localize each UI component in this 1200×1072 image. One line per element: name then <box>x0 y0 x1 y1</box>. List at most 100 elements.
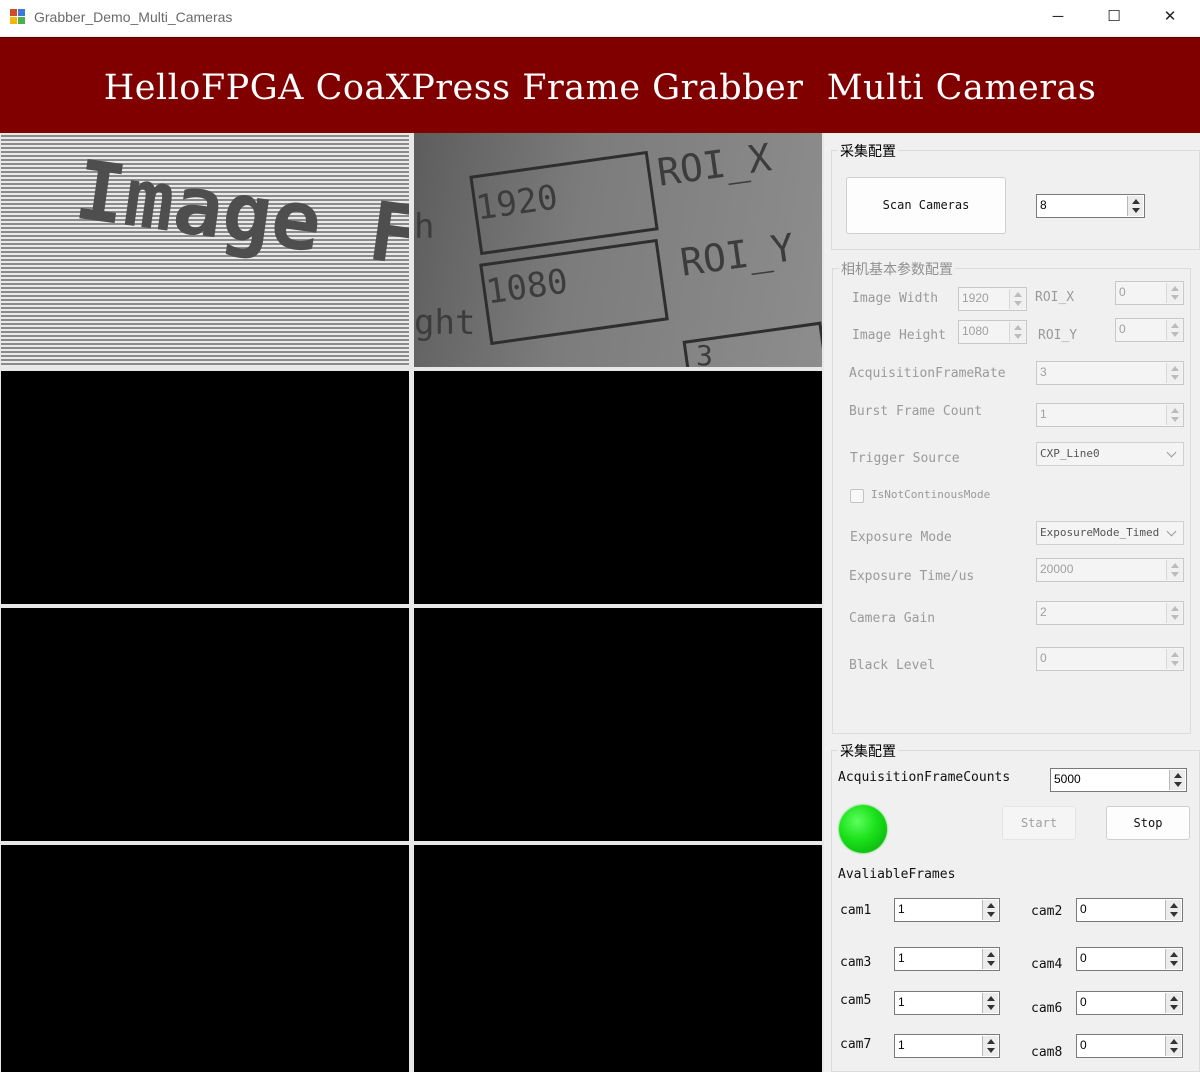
chevron-down-icon[interactable] <box>1163 443 1183 465</box>
camera-gain-label: Camera Gain <box>849 611 936 626</box>
camera-count-spinner[interactable]: 8 <box>1036 194 1145 218</box>
camera-count-arrows[interactable] <box>1127 196 1143 216</box>
frame-rate-label: AcquisitionFrameRate <box>849 366 1006 381</box>
trigger-source-select[interactable]: CXP_Line0 <box>1036 442 1184 466</box>
cam2-frames-arrows[interactable] <box>1165 900 1181 920</box>
camera-gain-spinner[interactable]: 2 <box>1036 601 1184 625</box>
cam6-label: cam6 <box>1031 1001 1063 1016</box>
roi-x-spinner[interactable]: 0 <box>1115 281 1184 305</box>
roi-y-label: ROI_Y <box>1038 328 1078 343</box>
burst-frame-count-arrows[interactable] <box>1166 405 1182 425</box>
cam3-label: cam3 <box>840 955 872 970</box>
cam4-frames-spinner[interactable]: 0 <box>1076 947 1183 971</box>
minimize-button[interactable]: ─ <box>1030 0 1086 34</box>
exposure-mode-select[interactable]: ExposureMode_Timed <box>1036 521 1184 545</box>
image-width-label: Image Width <box>852 291 939 306</box>
cam6-frames-value: 0 <box>1080 995 1087 1009</box>
exposure-mode-label: Exposure Mode <box>850 530 952 545</box>
maximize-button[interactable]: ☐ <box>1086 0 1142 34</box>
cam7-frames-arrows[interactable] <box>982 1036 998 1056</box>
cam3-frames-arrows[interactable] <box>982 949 998 969</box>
exposure-time-spinner[interactable]: 20000 <box>1036 558 1184 582</box>
camera-view-5 <box>1 608 409 841</box>
image-height-value: 1080 <box>962 324 989 338</box>
cam1-frames-spinner[interactable]: 1 <box>894 898 1000 922</box>
image-height-spinner[interactable]: 1080 <box>958 320 1027 344</box>
frame-rate-value: 3 <box>1040 365 1047 379</box>
exposure-time-label: Exposure Time/us <box>849 569 975 584</box>
continuous-mode-label: IsNotContinousMode <box>871 488 991 501</box>
black-level-value: 0 <box>1040 651 1047 665</box>
camera-view-2: h ght 1920 1080 ROI_X ROI_Y 3 <box>414 133 822 367</box>
scan-config-title: 采集配置 <box>838 141 898 161</box>
frame-counts-arrows[interactable] <box>1169 770 1185 790</box>
exposure-time-value: 20000 <box>1040 562 1074 576</box>
image-height-label: Image Height <box>852 328 946 343</box>
camera-count-value: 8 <box>1040 198 1047 212</box>
frame-counts-spinner[interactable]: 5000 <box>1050 768 1187 792</box>
burst-frame-count-value: 1 <box>1040 407 1047 421</box>
cam6-frames-spinner[interactable]: 0 <box>1076 991 1183 1015</box>
camera-view-4 <box>414 371 822 604</box>
cam5-frames-value: 1 <box>898 995 905 1009</box>
cam6-frames-arrows[interactable] <box>1165 993 1181 1013</box>
roi-y-spinner[interactable]: 0 <box>1115 318 1184 342</box>
cam5-frames-spinner[interactable]: 1 <box>894 991 1000 1015</box>
black-level-arrows[interactable] <box>1166 649 1182 669</box>
close-button[interactable]: ✕ <box>1142 0 1198 34</box>
cam1-label: cam1 <box>840 903 872 918</box>
cam7-frames-spinner[interactable]: 1 <box>894 1034 1000 1058</box>
frame-counts-label: AcquisitionFrameCounts <box>838 770 1011 785</box>
black-level-label: Black Level <box>849 658 936 673</box>
status-indicator-icon <box>839 805 887 853</box>
header-banner: HelloFPGA CoaXPress Frame Grabber Multi … <box>0 37 1200 133</box>
exposure-time-arrows[interactable] <box>1166 560 1182 580</box>
burst-frame-count-spinner[interactable]: 1 <box>1036 403 1184 427</box>
start-button[interactable]: Start <box>1002 806 1076 840</box>
camera-view-8 <box>414 845 822 1072</box>
trigger-source-value: CXP_Line0 <box>1040 447 1100 460</box>
roi-x-arrows[interactable] <box>1166 283 1182 303</box>
cam2-frames-spinner[interactable]: 0 <box>1076 898 1183 922</box>
camera-params-title: 相机基本参数配置 <box>839 259 955 279</box>
banner-title: HelloFPGA CoaXPress Frame Grabber Multi … <box>103 68 1097 108</box>
cam8-label: cam8 <box>1031 1045 1063 1060</box>
roi-x-label: ROI_X <box>1035 290 1075 305</box>
cam4-frames-arrows[interactable] <box>1165 949 1181 969</box>
camera-2-width-label: h <box>414 207 435 247</box>
cam3-frames-spinner[interactable]: 1 <box>894 947 1000 971</box>
image-width-spinner[interactable]: 1920 <box>958 287 1027 311</box>
image-width-arrows[interactable] <box>1009 289 1025 309</box>
camera-grid: Image F h ght 1920 1080 ROI_X ROI_Y 3 <box>0 133 824 1072</box>
camera-2-rate-value: 3 <box>696 339 713 367</box>
camera-view-1: Image F <box>1 135 409 367</box>
camera-gain-value: 2 <box>1040 605 1047 619</box>
cam2-label: cam2 <box>1031 904 1063 919</box>
camera-2-roi-y-label: ROI_Y <box>677 225 797 285</box>
chevron-down-icon[interactable] <box>1163 522 1183 544</box>
camera-gain-arrows[interactable] <box>1166 603 1182 623</box>
app-icon <box>10 9 26 25</box>
frame-rate-spinner[interactable]: 3 <box>1036 361 1184 385</box>
camera-2-roi-x-label: ROI_X <box>654 135 774 195</box>
cam1-frames-arrows[interactable] <box>982 900 998 920</box>
cam4-label: cam4 <box>1031 957 1063 972</box>
image-height-arrows[interactable] <box>1009 322 1025 342</box>
black-level-spinner[interactable]: 0 <box>1036 647 1184 671</box>
exposure-mode-value: ExposureMode_Timed <box>1040 526 1160 539</box>
cam3-frames-value: 1 <box>898 951 905 965</box>
roi-y-arrows[interactable] <box>1166 320 1182 340</box>
camera-2-height-label: ght <box>414 303 476 343</box>
cam5-frames-arrows[interactable] <box>982 993 998 1013</box>
cam2-frames-value: 0 <box>1080 902 1087 916</box>
stop-button[interactable]: Stop <box>1106 806 1190 840</box>
scan-cameras-button[interactable]: Scan Cameras <box>846 177 1006 234</box>
available-frames-label: AvaliableFrames <box>838 867 956 882</box>
frame-counts-value: 5000 <box>1054 772 1081 786</box>
cam8-frames-spinner[interactable]: 0 <box>1076 1034 1183 1058</box>
cam8-frames-arrows[interactable] <box>1165 1036 1181 1056</box>
continuous-mode-checkbox[interactable] <box>850 489 864 503</box>
camera-view-7 <box>1 845 409 1072</box>
acquisition-title: 采集配置 <box>838 741 898 761</box>
frame-rate-arrows[interactable] <box>1166 363 1182 383</box>
